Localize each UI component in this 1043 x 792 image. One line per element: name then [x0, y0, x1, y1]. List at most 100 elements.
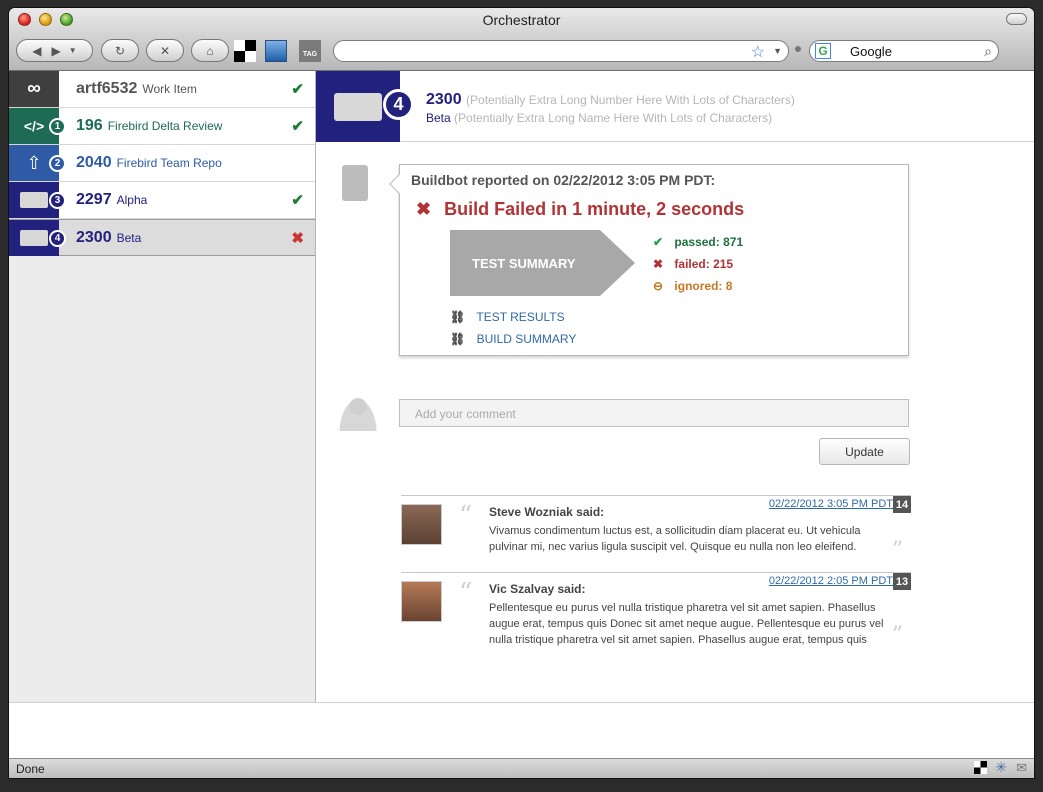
- test-results-label[interactable]: TEST RESULTS: [476, 310, 564, 324]
- browser-toolbar: Orchestrator ◀ ▶ ▼ ↻ ✕ ⌂ TAG ☆ ▼ G Googl…: [9, 8, 1034, 71]
- sidebar-item-2300[interactable]: 4 2300 Beta ✖: [9, 219, 315, 256]
- passed-text: passed: 871: [674, 235, 744, 249]
- item-number: 2297: [76, 191, 112, 208]
- work-item-link-icon: ∞: [9, 71, 59, 107]
- sidebar-item-2297[interactable]: 3 2297 Alpha ✔: [9, 182, 315, 219]
- update-button[interactable]: Update: [819, 438, 910, 465]
- bookmark-tool-icon[interactable]: [265, 40, 287, 62]
- test-summary-label: TEST SUMMARY: [472, 255, 576, 271]
- chain-link-icon: ⛓: [450, 332, 466, 346]
- stop-button[interactable]: ✕: [146, 39, 184, 62]
- passed-check-icon: ✔: [653, 235, 664, 249]
- ignored-minus-icon: ⊖: [653, 279, 664, 293]
- search-value: Google: [850, 44, 892, 59]
- history-dropdown-icon[interactable]: ▼: [69, 46, 77, 55]
- buildbot-avatar-icon: [342, 165, 368, 201]
- content-bottom-strip: [9, 702, 1034, 758]
- selected-item-header: 4 2300 (Potentially Extra Long Number He…: [316, 71, 1034, 142]
- magnifier-icon[interactable]: ⌕: [984, 43, 992, 60]
- ignored-text: ignored: 8: [674, 279, 733, 293]
- build-summary-link[interactable]: ⛓ BUILD SUMMARY: [450, 332, 576, 346]
- comment-author: Steve Wozniak said:: [489, 505, 605, 519]
- snowflake-status-icon[interactable]: ✳: [995, 759, 1007, 776]
- comment-author: Vic Szalvay said:: [489, 582, 586, 596]
- steve-wozniak-avatar: [401, 504, 442, 545]
- grid-tool-icon[interactable]: [234, 40, 256, 62]
- build-failed-icon: ✖: [416, 199, 432, 219]
- home-icon: ⌂: [206, 43, 214, 58]
- back-arrow-icon[interactable]: ◀: [32, 44, 41, 58]
- item-label: Firebird Delta Review: [107, 119, 223, 133]
- grid-status-icon[interactable]: [974, 761, 987, 774]
- item-label: Beta: [116, 230, 142, 245]
- url-dropdown-icon[interactable]: ▼: [773, 46, 782, 56]
- item-badge: 2: [49, 155, 66, 172]
- item-number: 2300: [76, 228, 112, 246]
- status-check-icon: ✔: [291, 192, 304, 209]
- back-forward-buttons[interactable]: ◀ ▶ ▼: [16, 39, 93, 62]
- build-report-card: Buildbot reported on 02/22/2012 3:05 PM …: [389, 164, 909, 356]
- comment-text: Vivamus condimentum luctus est, a sollic…: [489, 525, 861, 553]
- mail-status-icon[interactable]: ✉: [1016, 760, 1027, 776]
- item-number: 196: [76, 117, 103, 134]
- item-label: Work Item: [142, 82, 197, 96]
- item-badge: 4: [49, 230, 66, 247]
- forward-arrow-icon[interactable]: ▶: [52, 44, 61, 58]
- comment-date-link[interactable]: 02/22/2012 2:05 PM PDT: [769, 575, 893, 587]
- google-search-icon[interactable]: G: [815, 43, 831, 59]
- item-badge: 3: [49, 192, 66, 209]
- selected-item-number-value: 2300: [426, 91, 462, 108]
- comment-item-13: “ Vic Szalvay said: 02/22/2012 2:05 PM P…: [401, 572, 911, 658]
- status-check-icon: ✔: [291, 118, 304, 135]
- status-fail-icon: ✖: [291, 230, 304, 247]
- comment-input[interactable]: Add your comment: [399, 399, 909, 427]
- failed-text: failed: 215: [674, 257, 734, 271]
- reload-button[interactable]: ↻: [101, 39, 139, 62]
- chain-link-icon: ⛓: [450, 310, 466, 324]
- close-quote-icon: ”: [891, 538, 903, 563]
- url-bar[interactable]: ☆ ▼: [333, 40, 789, 62]
- window-title: Orchestrator: [482, 12, 561, 28]
- comment-number: 13: [893, 573, 911, 590]
- status-bar: Done ✳ ✉: [9, 758, 1034, 778]
- item-label: Firebird Team Repo: [116, 156, 222, 170]
- sidebar-item-2040[interactable]: ⇧ 2 2040 Firebird Team Repo: [9, 145, 315, 182]
- reload-icon: ↻: [114, 43, 126, 58]
- passed-stat: ✔ passed: 871: [653, 235, 743, 249]
- toolbar-toggle-button[interactable]: [1006, 13, 1027, 25]
- work-item-sidebar: ∞ artf6532 Work Item ✔ </> 1 196 Firebir…: [9, 71, 316, 702]
- build-summary-label[interactable]: BUILD SUMMARY: [477, 332, 577, 346]
- separator-dot: [795, 46, 801, 52]
- main-panel: 4 2300 (Potentially Extra Long Number He…: [316, 71, 1034, 702]
- selected-item-name-value: Beta: [426, 111, 451, 125]
- comment-text: Pellentesque eu purus vel nulla tristiqu…: [489, 602, 884, 646]
- open-quote-icon: “: [459, 501, 473, 531]
- selected-item-name-note: (Potentially Extra Long Name Here With L…: [454, 111, 773, 125]
- close-quote-icon: ”: [891, 623, 903, 648]
- failed-stat: ✖ failed: 215: [653, 257, 733, 271]
- card-pointer: [389, 174, 409, 194]
- open-quote-icon: “: [459, 578, 473, 608]
- bookmark-star-icon[interactable]: ☆: [751, 42, 765, 62]
- browser-window: Orchestrator ◀ ▶ ▼ ↻ ✕ ⌂ TAG ☆ ▼ G Googl…: [9, 8, 1034, 778]
- item-number: artf6532: [76, 80, 138, 97]
- test-summary-arrow: TEST SUMMARY: [450, 230, 635, 296]
- comment-placeholder: Add your comment: [415, 407, 516, 421]
- comment-date-link[interactable]: 02/22/2012 3:05 PM PDT: [769, 498, 893, 510]
- sidebar-item-196[interactable]: </> 1 196 Firebird Delta Review ✔: [9, 108, 315, 145]
- item-badge: 1: [49, 118, 66, 135]
- comment-number: 14: [893, 496, 911, 513]
- sidebar-item-artf6532[interactable]: ∞ artf6532 Work Item ✔: [9, 71, 315, 108]
- home-button[interactable]: ⌂: [191, 39, 229, 62]
- stop-icon: ✕: [159, 43, 171, 58]
- item-label: Alpha: [116, 193, 148, 207]
- selected-item-number: 2300 (Potentially Extra Long Number Here…: [426, 91, 795, 109]
- search-bar[interactable]: G Google ⌕: [809, 40, 999, 62]
- build-failed-title: ✖ Build Failed in 1 minute, 2 seconds: [416, 199, 744, 220]
- test-results-link[interactable]: ⛓ TEST RESULTS: [450, 310, 565, 324]
- status-check-icon: ✔: [291, 81, 304, 98]
- ignored-stat: ⊖ ignored: 8: [653, 279, 732, 293]
- selected-item-name: Beta (Potentially Extra Long Name Here W…: [426, 111, 772, 125]
- tag-tool-icon[interactable]: TAG: [299, 40, 321, 62]
- vic-szalvay-avatar: [401, 581, 442, 622]
